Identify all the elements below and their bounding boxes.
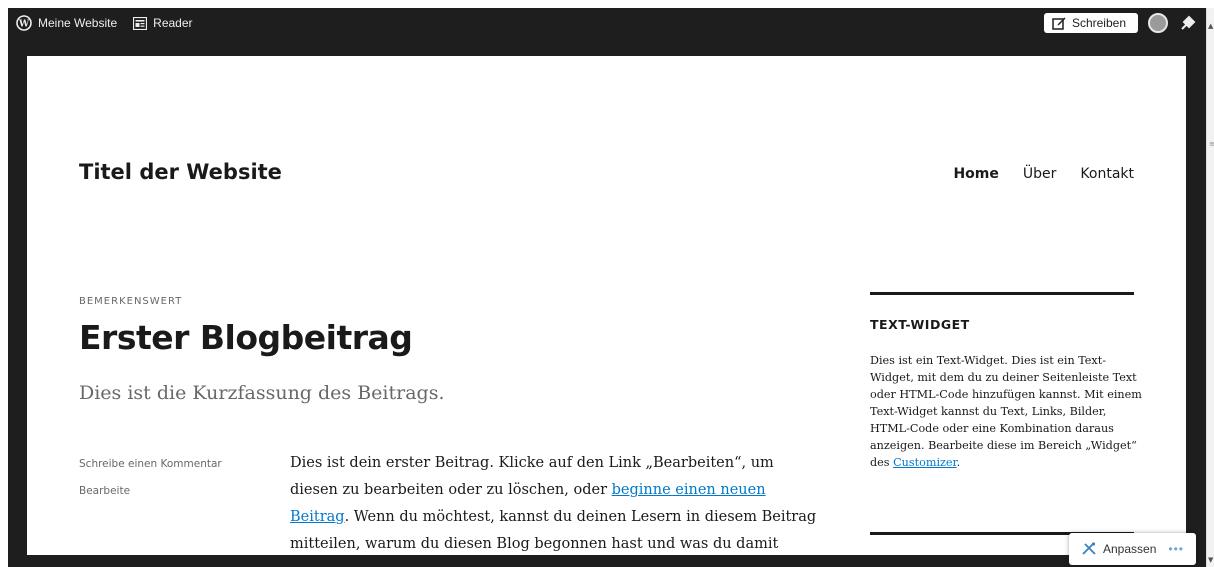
write-button[interactable]: Schreiben	[1043, 13, 1138, 33]
write-icon	[1052, 17, 1066, 30]
nav-item-about[interactable]: Über	[1023, 166, 1057, 182]
frame-top	[27, 38, 1186, 56]
reader-menu[interactable]: Reader	[125, 8, 200, 38]
nav-item-home[interactable]: Home	[953, 166, 998, 182]
post-category: BEMERKENSWERT	[79, 296, 183, 307]
my-site-menu[interactable]: W Meine Website	[8, 8, 125, 38]
comment-link[interactable]: Schreibe einen Kommentar	[79, 451, 222, 478]
edit-link[interactable]: Bearbeite	[79, 478, 222, 505]
customizer-link[interactable]: Customizer	[893, 456, 957, 469]
customize-label: Anpassen	[1103, 542, 1157, 556]
write-label: Schreiben	[1071, 16, 1126, 30]
scroll-up-icon[interactable]: ▲	[1208, 22, 1213, 30]
reader-icon	[133, 16, 148, 30]
svg-text:W: W	[18, 20, 30, 30]
nav-item-contact[interactable]: Kontakt	[1080, 166, 1134, 182]
customize-icon	[1082, 542, 1096, 555]
scroll-grip-icon: ≡	[1209, 140, 1214, 148]
notification-icon[interactable]	[1180, 15, 1196, 31]
reader-label: Reader	[153, 16, 193, 30]
frame-bottom	[8, 555, 1206, 567]
widget-text: Dies ist ein Text-Widget. Dies ist ein T…	[870, 352, 1142, 471]
site-title[interactable]: Titel der Website	[79, 160, 282, 184]
post-meta: Schreibe einen Kommentar Bearbeite	[79, 451, 222, 505]
frame-right	[1186, 38, 1206, 555]
widget-title: TEXT-WIDGET	[870, 317, 970, 332]
frame-left	[8, 38, 27, 555]
widget-text-end: .	[956, 456, 961, 469]
post-content: Dies ist dein erster Beitrag. Klicke auf…	[290, 450, 820, 555]
my-site-label: Meine Website	[38, 16, 118, 30]
avatar[interactable]	[1148, 13, 1168, 33]
wordpress-icon: W	[16, 15, 32, 31]
scrollbar[interactable]	[1206, 8, 1214, 567]
widget-divider	[870, 292, 1134, 295]
customize-button[interactable]: Anpassen •••	[1069, 533, 1196, 565]
scroll-down-icon[interactable]: ▼	[1208, 556, 1213, 564]
widget-text-body: Dies ist ein Text-Widget. Dies ist ein T…	[870, 354, 1142, 469]
post-excerpt: Dies ist die Kurzfassung des Beitrags.	[79, 382, 445, 404]
post-content-text-end: . Wenn du möchtest, kannst du deinen Les…	[290, 509, 817, 552]
admin-bar: W Meine Website Reader Schreiben	[8, 8, 1206, 38]
main-navigation: Home Über Kontakt	[953, 166, 1134, 182]
site-preview: Titel der Website Home Über Kontakt BEME…	[27, 56, 1186, 555]
post-title[interactable]: Erster Blogbeitrag	[79, 318, 413, 357]
more-icon[interactable]: •••	[1168, 542, 1184, 556]
